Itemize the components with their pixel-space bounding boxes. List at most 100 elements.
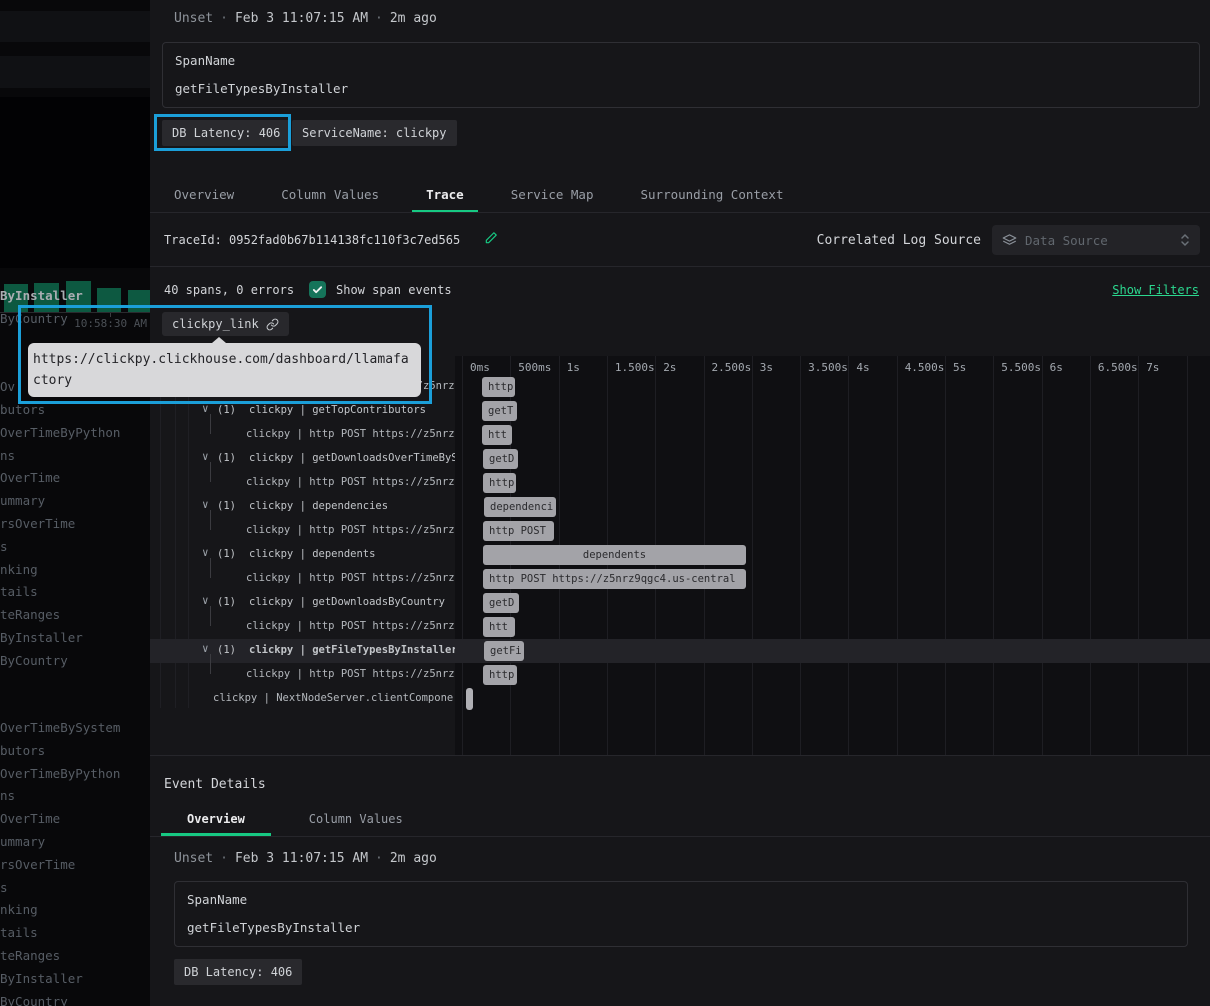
span-name: clickpy | NextNodeServer.clientCompone: [213, 692, 453, 704]
tree-connector-line: [210, 606, 211, 626]
span-bar[interactable]: htt: [482, 425, 512, 445]
span-bar[interactable]: [466, 688, 473, 710]
span-event-count: (1): [217, 596, 236, 608]
service-name-badge[interactable]: ServiceName: clickpy: [292, 120, 457, 146]
sidebar-list-item[interactable]: ByInstaller: [0, 968, 150, 991]
sidebar-list-item[interactable]: ummary: [0, 490, 150, 513]
span-bar[interactable]: http: [483, 473, 516, 493]
time-axis-label: 3.500s: [808, 361, 848, 374]
time-axis-label: 1s: [567, 361, 580, 374]
sidebar-list-item[interactable]: butors: [0, 399, 150, 422]
show-filters-link[interactable]: Show Filters: [1112, 283, 1199, 297]
tab-column-values[interactable]: Column Values: [267, 179, 393, 212]
span-name: clickpy | http POST https://z5nrz: [246, 476, 455, 488]
trace-span-row[interactable]: clickpy | http POST https://z5nrzhtt: [150, 423, 1210, 447]
tab-surrounding-context[interactable]: Surrounding Context: [627, 179, 798, 212]
tab-service-map[interactable]: Service Map: [497, 179, 608, 212]
sidebar-list-item[interactable]: butors: [0, 740, 150, 763]
timestamp: Feb 3 11:07:15 AM: [235, 11, 368, 26]
sidebar-list-item[interactable]: rsOverTime: [0, 854, 150, 877]
span-name-card: SpanName getFileTypesByInstaller: [174, 881, 1188, 947]
sidebar-list-item[interactable]: nking: [0, 559, 150, 582]
sidebar-list-item[interactable]: OverTime: [0, 808, 150, 831]
trace-span-row[interactable]: ∨(1)clickpy | getTopContributorsgetT: [150, 399, 1210, 423]
divider: [150, 266, 1210, 267]
dot-separator: ·: [368, 851, 390, 866]
chevron-down-icon[interactable]: ∨: [202, 594, 209, 607]
sidebar-list-item[interactable]: OverTimeBySystem: [0, 717, 150, 740]
sidebar-list-item[interactable]: ByCountry: [0, 650, 150, 673]
sidebar-list-item[interactable]: ByCountry: [0, 991, 150, 1006]
span-bar[interactable]: dependents: [483, 545, 746, 565]
trace-span-row[interactable]: clickpy | http POST https://z5nrzhttp: [150, 663, 1210, 687]
sidebar-list-item[interactable]: teRanges: [0, 604, 150, 627]
trace-span-row[interactable]: ∨(1)clickpy | dependentsdependents: [150, 543, 1210, 567]
sidebar-list-item[interactable]: nking: [0, 899, 150, 922]
sidebar-list-item[interactable]: s: [0, 877, 150, 900]
chevron-down-icon[interactable]: ∨: [202, 642, 209, 655]
time-axis-label: 500ms: [518, 361, 551, 374]
trace-span-row[interactable]: ∨(1)clickpy | getDownloadsOverTimeBySget…: [150, 447, 1210, 471]
span-bar[interactable]: http POST: [483, 521, 554, 541]
trace-span-row[interactable]: clickpy | http POST https://z5nrz http: [150, 471, 1210, 495]
event-meta-line: Unset·Feb 3 11:07:15 AM·2m ago: [174, 11, 437, 26]
sidebar-list-item[interactable]: OverTimeByPython: [0, 422, 150, 445]
db-latency-badge[interactable]: DB Latency: 406: [174, 959, 302, 985]
sidebar-list-item[interactable]: ByInstaller: [0, 627, 150, 650]
tab-trace[interactable]: Trace: [412, 179, 478, 212]
sidebar-list-item[interactable]: teRanges: [0, 945, 150, 968]
trace-span-row[interactable]: ∨(1)clickpy | getFileTypesByInstallerget…: [150, 639, 1210, 663]
sidebar-list-item[interactable]: ummary: [0, 831, 150, 854]
sidebar-list-item[interactable]: tails: [0, 922, 150, 945]
dot-separator: ·: [213, 11, 235, 26]
sidebar-list-item[interactable]: ns: [0, 445, 150, 468]
sidebar-list-item[interactable]: ByInstaller: [0, 285, 150, 308]
event-details-title: Event Details: [164, 777, 266, 792]
chevron-down-icon[interactable]: ∨: [202, 498, 209, 511]
tab-overview[interactable]: Overview: [161, 805, 271, 836]
chevron-down-icon[interactable]: ∨: [202, 450, 209, 463]
link-url-tooltip: https://clickpy.clickhouse.com/dashboard…: [28, 343, 421, 397]
span-bar[interactable]: htt: [483, 617, 515, 637]
sidebar-list-item[interactable]: s: [0, 536, 150, 559]
sidebar-list-item[interactable]: rsOverTime: [0, 513, 150, 536]
span-bar[interactable]: http POST https://z5nrz9qgc4.us-central: [483, 569, 746, 589]
show-span-events-checkbox[interactable]: [309, 281, 326, 298]
span-bar[interactable]: dependenci: [484, 497, 556, 517]
up-down-chevrons-icon: [1180, 232, 1190, 248]
trace-span-row[interactable]: clickpy | http POST https://z5nrzhttp PO…: [150, 519, 1210, 543]
span-name-list-bottom: OverTimeBySystembutorsOverTimeByPythonns…: [0, 717, 150, 1006]
span-bar[interactable]: getT: [482, 401, 517, 421]
sidebar-list-item[interactable]: OverTimeByPython: [0, 763, 150, 786]
span-bar[interactable]: getFi: [484, 641, 524, 661]
sidebar-list-item[interactable]: ns: [0, 785, 150, 808]
chevron-down-icon[interactable]: ∨: [202, 402, 209, 415]
time-axis-label: 4s: [856, 361, 869, 374]
pencil-icon[interactable]: [484, 231, 498, 245]
trace-span-row[interactable]: clickpy | http POST https://z5nrzhtt: [150, 615, 1210, 639]
show-span-events-label[interactable]: Show span events: [336, 283, 452, 297]
trace-span-row[interactable]: ∨(1)clickpy | dependenciesdependenci: [150, 495, 1210, 519]
tab-overview[interactable]: Overview: [160, 179, 248, 212]
span-name: clickpy | http POST https://z5nrz: [246, 572, 455, 584]
span-name-value: getFileTypesByInstaller: [187, 920, 360, 935]
span-name: clickpy | getFileTypesByInstaller: [249, 644, 455, 656]
span-bar[interactable]: http: [482, 377, 515, 397]
span-bar[interactable]: http: [483, 665, 517, 685]
divider: [150, 212, 1210, 213]
sidebar-list-item[interactable]: OverTime: [0, 467, 150, 490]
sidebar-list-item[interactable]: ByCountry: [0, 308, 150, 331]
detail-tabs: Overview Column Values Trace Service Map Sur…: [160, 179, 798, 212]
clickpy-link-chip[interactable]: clickpy_link: [162, 312, 289, 336]
sidebar-list-item[interactable]: tails: [0, 581, 150, 604]
tab-column-values[interactable]: Column Values: [283, 805, 429, 836]
trace-span-row[interactable]: clickpy | NextNodeServer.clientCompone: [150, 687, 1210, 711]
span-bar[interactable]: getD: [483, 449, 518, 469]
trace-span-row[interactable]: ∨(1)clickpy | getDownloadsByCountrygetD: [150, 591, 1210, 615]
span-bar[interactable]: getD: [483, 593, 519, 613]
data-source-select[interactable]: Data Source: [992, 225, 1200, 255]
db-latency-badge[interactable]: DB Latency: 406: [162, 120, 290, 146]
time-axis-label: 6s: [1050, 361, 1063, 374]
chevron-down-icon[interactable]: ∨: [202, 546, 209, 559]
trace-span-row[interactable]: clickpy | http POST https://z5nrz http PO…: [150, 567, 1210, 591]
